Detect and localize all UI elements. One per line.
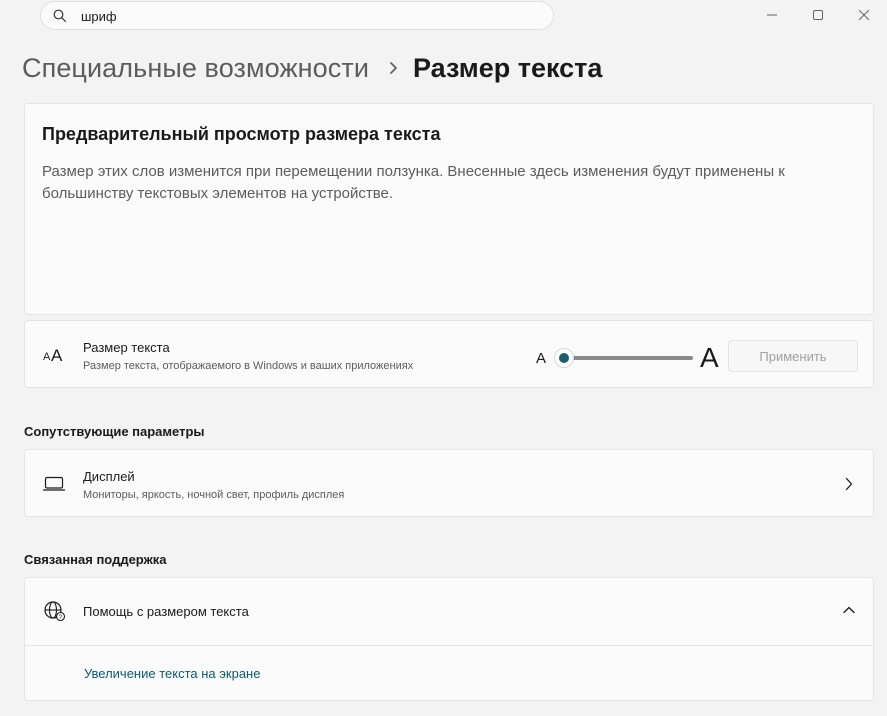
- slider-max-label: A: [700, 342, 719, 373]
- search-box[interactable]: шриф: [40, 1, 554, 30]
- laptop-icon: [42, 476, 66, 491]
- text-size-slider-thumb[interactable]: [554, 348, 574, 368]
- help-expander: ? Помощь с размером текста Увеличение те…: [24, 577, 874, 701]
- chevron-right-icon: [390, 62, 397, 74]
- text-size-setting: A A Размер текста Размер текста, отображ…: [24, 320, 874, 388]
- text-size-subtitle: Размер текста, отображаемого в Windows и…: [83, 360, 414, 372]
- text-size-icon: A A: [43, 346, 63, 365]
- text-size-slider-track[interactable]: [565, 356, 693, 360]
- help-expander-header[interactable]: ? Помощь с размером текста: [25, 578, 873, 646]
- maximize-icon: [813, 10, 823, 20]
- minimize-icon: [767, 14, 777, 16]
- related-settings-heading: Сопутствующие параметры: [24, 424, 205, 439]
- slider-min-label: A: [536, 350, 547, 367]
- display-setting[interactable]: Дисплей Мониторы, яркость, ночной свет, …: [24, 449, 874, 517]
- svg-text:A: A: [51, 346, 63, 365]
- minimize-button[interactable]: [749, 0, 795, 30]
- chevron-up-icon: [843, 606, 855, 614]
- search-icon: [53, 9, 67, 23]
- breadcrumb: Специальные возможности Размер текста: [22, 50, 602, 86]
- close-button[interactable]: [841, 0, 887, 30]
- preview-title: Предварительный просмотр размера текста: [42, 124, 441, 144]
- apply-button[interactable]: Применить: [728, 340, 858, 372]
- close-icon: [859, 10, 869, 20]
- search-input[interactable]: шриф: [81, 9, 117, 24]
- text-size-title: Размер текста: [83, 340, 170, 355]
- globe-help-icon: ?: [44, 601, 66, 622]
- help-title: Помощь с размером текста: [83, 604, 249, 619]
- related-support-heading: Связанная поддержка: [24, 552, 167, 567]
- display-title: Дисплей: [83, 469, 135, 484]
- svg-text:A: A: [43, 351, 51, 363]
- window-controls: [749, 0, 887, 30]
- breadcrumb-parent[interactable]: Специальные возможности: [22, 53, 369, 84]
- text-preview-card: Предварительный просмотр размера текста …: [24, 103, 874, 315]
- maximize-button[interactable]: [795, 0, 841, 30]
- chevron-right-icon: [845, 477, 853, 491]
- page-title: Размер текста: [413, 52, 603, 83]
- preview-description: Размер этих слов изменится при перемещен…: [42, 163, 785, 202]
- display-subtitle: Мониторы, яркость, ночной свет, профиль …: [83, 489, 345, 501]
- help-link-enlarge-text[interactable]: Увеличение текста на экране: [84, 666, 260, 681]
